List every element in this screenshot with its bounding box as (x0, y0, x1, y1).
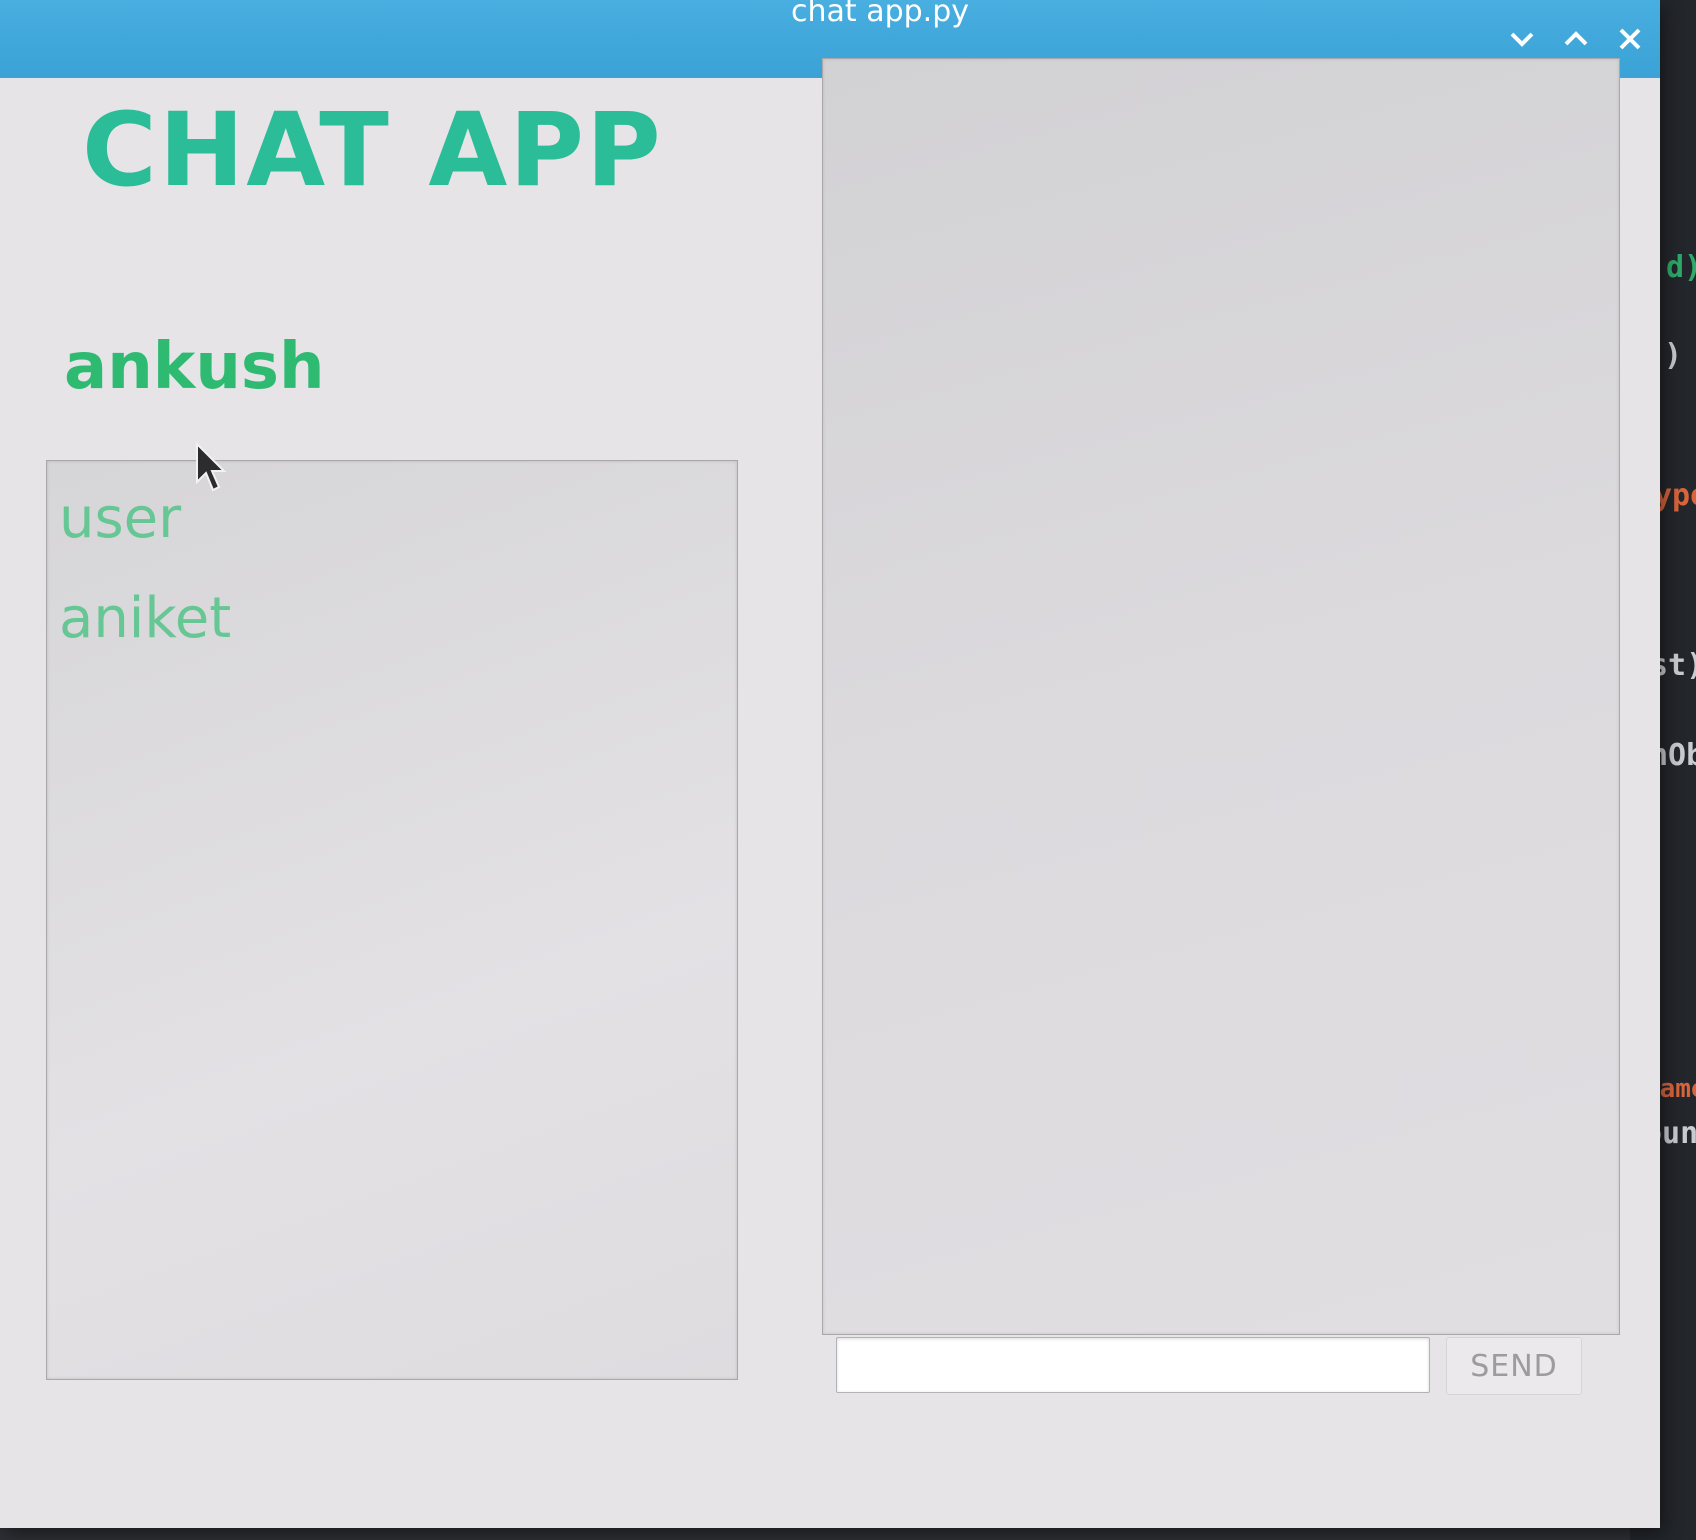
chevron-down-icon (1510, 32, 1534, 47)
window-title: chat app.py (791, 0, 969, 29)
close-icon (1619, 28, 1641, 50)
background-code-line: ) (1664, 338, 1683, 373)
message-input[interactable] (836, 1337, 1430, 1393)
users-list[interactable]: user aniket (46, 460, 738, 1380)
send-button[interactable]: SEND (1446, 1337, 1582, 1395)
background-code-line: ype (1654, 478, 1696, 513)
current-username: ankush (64, 330, 325, 404)
background-code-line: d) (1666, 250, 1696, 285)
chat-app-window: chat app.py CHAT APP ankush user aniket … (0, 0, 1660, 1528)
maximize-button[interactable] (1551, 14, 1601, 64)
user-list-item[interactable]: aniket (59, 591, 231, 647)
user-list-item[interactable]: user (59, 491, 181, 547)
close-button[interactable] (1605, 14, 1655, 64)
minimize-button[interactable] (1497, 14, 1547, 64)
mouse-pointer-icon (196, 442, 227, 492)
chevron-up-icon (1564, 31, 1588, 46)
app-title: CHAT APP (82, 91, 663, 210)
chat-messages-area[interactable] (822, 58, 1620, 1335)
